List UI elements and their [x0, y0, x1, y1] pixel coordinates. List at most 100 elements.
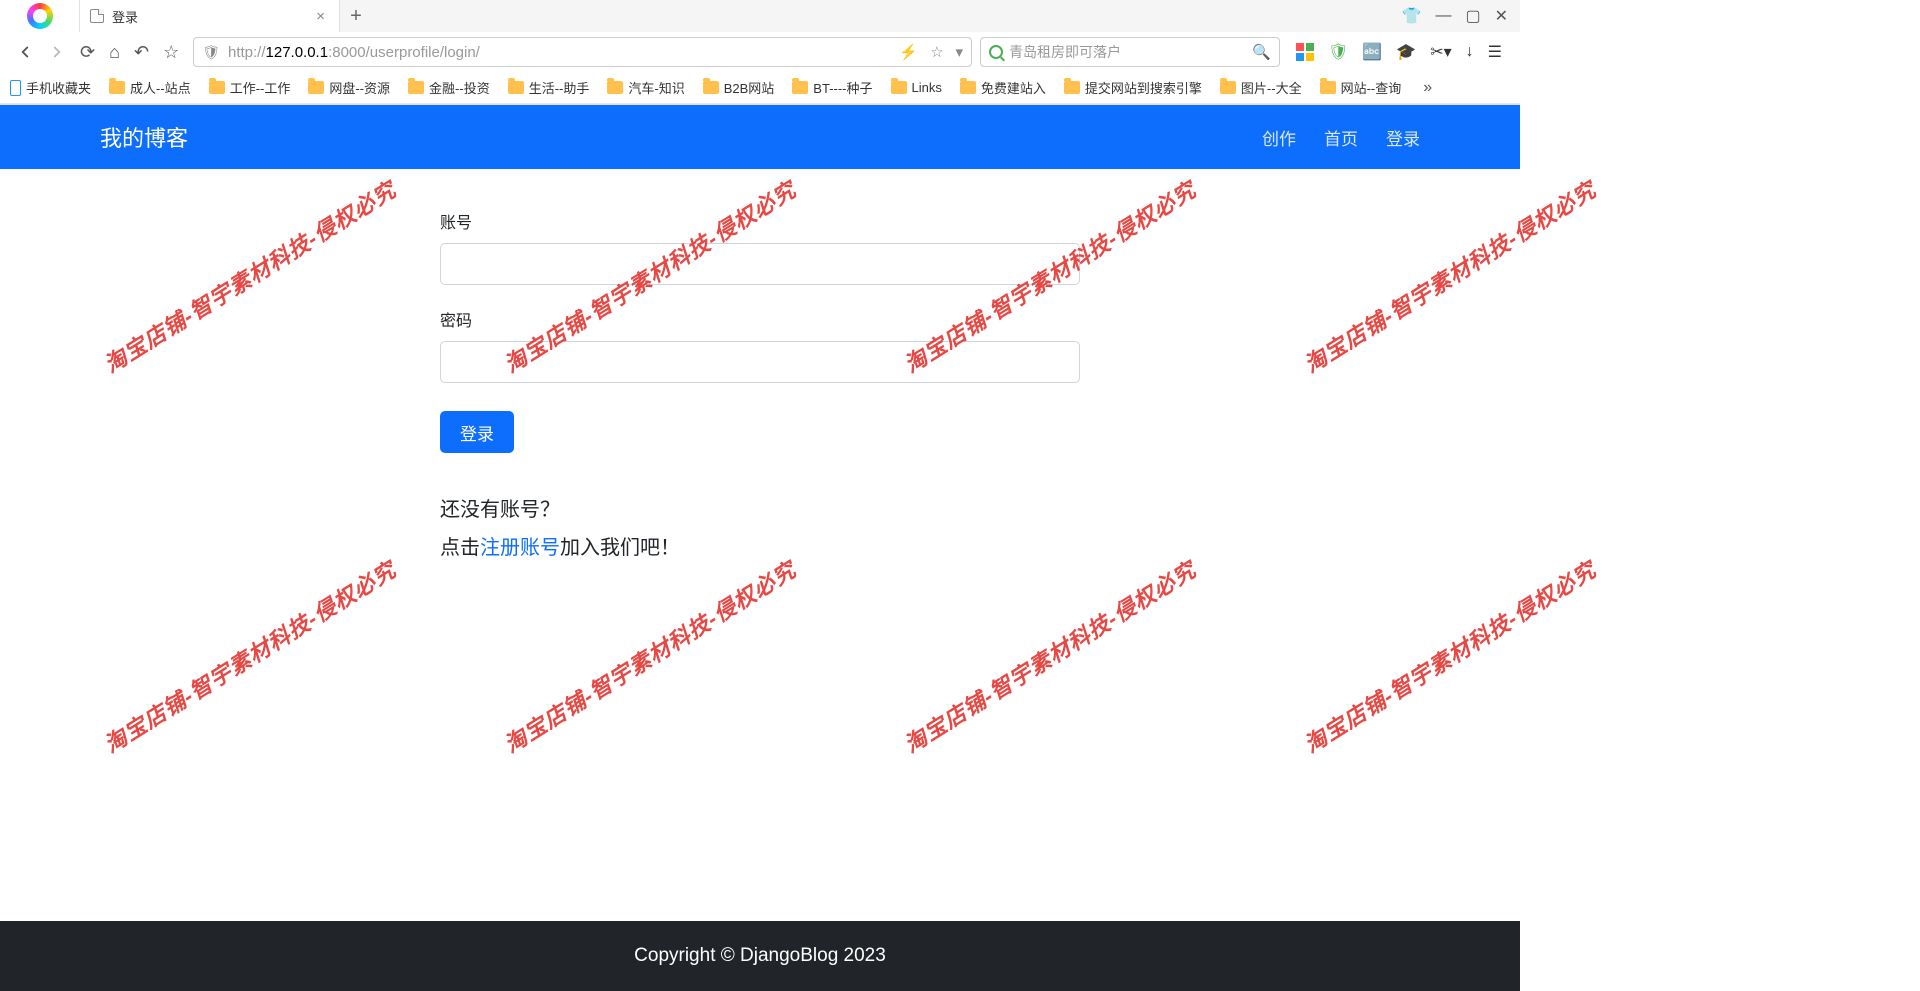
folder-icon	[109, 81, 125, 94]
watermark-text: 淘宝店铺-智宇素材科技-侵权必究	[1297, 553, 1601, 760]
bookmarks-bar: 手机收藏夹成人--站点 工作--工作 网盘--资源 金融--投资生活--助手汽车-知识…	[0, 72, 1520, 104]
window-controls: 👕 — ▢ ✕	[1390, 6, 1520, 26]
bookmark-label: Links	[912, 80, 942, 95]
register-link[interactable]: 注册账号	[480, 537, 560, 559]
site-brand[interactable]: 我的博客	[100, 121, 188, 153]
apps-icon[interactable]	[1296, 43, 1314, 61]
password-input[interactable]	[440, 341, 1080, 383]
bookmark-item[interactable]: BT----种子	[792, 78, 872, 97]
download-icon[interactable]: ↓	[1466, 43, 1474, 61]
graduation-icon[interactable]: 🎓	[1396, 42, 1416, 62]
username-label: 账号	[440, 209, 1080, 233]
reload-button[interactable]: ⟳	[80, 42, 95, 63]
bookmark-label: 工作--工作	[230, 78, 291, 97]
url-bar[interactable]: 🛡 http://127.0.0.1:8000/userprofile/logi…	[193, 37, 972, 67]
minimize-button[interactable]: —	[1435, 7, 1451, 25]
nav-create[interactable]: 创作	[1262, 125, 1296, 150]
folder-icon	[792, 81, 808, 94]
bookmark-label: 网站--查询	[1341, 78, 1402, 97]
site-footer: Copyright © DjangoBlog 2023	[0, 921, 1520, 991]
skin-icon[interactable]: 👕	[1402, 6, 1422, 26]
nav-login[interactable]: 登录	[1386, 125, 1420, 150]
file-icon	[90, 9, 104, 23]
shield-check-icon[interactable]: 🛡	[1328, 42, 1348, 62]
bookmark-label: 图片--大全	[1241, 78, 1302, 97]
bookmark-item[interactable]: 网盘--资源	[308, 78, 390, 97]
bookmark-item[interactable]: 手机收藏夹	[10, 78, 91, 97]
bookmark-label: B2B网站	[724, 78, 775, 97]
bookmarks-more-button[interactable]: »	[1419, 79, 1436, 97]
nav-home[interactable]: 首页	[1324, 125, 1358, 150]
folder-icon	[703, 81, 719, 94]
login-form: 账号 密码 登录 还没有账号？ 点击注册账号加入我们吧！	[440, 209, 1080, 567]
bookmark-item[interactable]: 提交网站到搜索引擎	[1064, 78, 1202, 97]
shield-icon: 🛡	[202, 44, 220, 61]
translate-icon[interactable]: 🔤	[1362, 42, 1382, 62]
tab-close-button[interactable]: ×	[312, 8, 329, 25]
tab-bar: 登录 × + 👕 — ▢ ✕	[0, 0, 1520, 32]
undo-button[interactable]: ↶	[134, 42, 149, 63]
star-bookmark-button[interactable]: ☆	[163, 42, 179, 63]
phone-icon	[10, 80, 21, 96]
search-placeholder: 青岛租房即可落户	[1009, 42, 1246, 62]
folder-icon	[1320, 81, 1336, 94]
bookmark-label: 网盘--资源	[329, 78, 390, 97]
browser-tab[interactable]: 登录 ×	[80, 0, 340, 32]
url-text: http://127.0.0.1:8000/userprofile/login/	[228, 44, 891, 61]
bookmark-label: 提交网站到搜索引擎	[1085, 78, 1202, 97]
bookmark-item[interactable]: 工作--工作	[209, 78, 291, 97]
folder-icon	[891, 81, 907, 94]
favorite-icon[interactable]: ☆	[930, 43, 943, 61]
bookmark-item[interactable]: 网站--查询	[1320, 78, 1402, 97]
folder-icon	[308, 81, 324, 94]
maximize-button[interactable]: ▢	[1465, 6, 1480, 26]
watermark-text: 淘宝店铺-智宇素材科技-侵权必究	[97, 553, 401, 760]
watermark-text: 淘宝店铺-智宇素材科技-侵权必究	[497, 553, 801, 760]
bookmark-label: 金融--投资	[429, 78, 490, 97]
back-button[interactable]	[16, 43, 34, 61]
browser-logo-icon	[27, 3, 53, 29]
browser-chrome: 登录 × + 👕 — ▢ ✕ ⟳ ⌂ ↶ ☆ 🛡 http:/	[0, 0, 1520, 105]
tab-title: 登录	[112, 7, 304, 26]
footer-text: Copyright © DjangoBlog 2023	[634, 945, 886, 967]
bookmark-item[interactable]: 图片--大全	[1220, 78, 1302, 97]
bookmark-item[interactable]: 免费建站入	[960, 78, 1046, 97]
folder-icon	[408, 81, 424, 94]
close-button[interactable]: ✕	[1495, 6, 1508, 26]
scissors-icon[interactable]: ✂▾	[1430, 42, 1451, 62]
browser-logo-area[interactable]	[0, 0, 80, 32]
bookmark-item[interactable]: 生活--助手	[508, 78, 590, 97]
watermark-text: 淘宝店铺-智宇素材科技-侵权必究	[897, 553, 1201, 760]
click-suffix: 加入我们吧！	[560, 537, 680, 559]
bookmark-item[interactable]: Links	[891, 80, 942, 95]
folder-icon	[607, 81, 623, 94]
folder-icon	[960, 81, 976, 94]
toolbar-right-icons: 🛡 🔤 🎓 ✂▾ ↓ ☰	[1288, 42, 1510, 62]
bookmark-item[interactable]: B2B网站	[703, 78, 775, 97]
login-button[interactable]: 登录	[440, 411, 514, 453]
bookmark-label: BT----种子	[813, 78, 872, 97]
bookmark-item[interactable]: 成人--站点	[109, 78, 191, 97]
home-button[interactable]: ⌂	[109, 42, 120, 63]
site-header: 我的博客 创作 首页 登录	[0, 105, 1520, 169]
password-label: 密码	[440, 307, 1080, 331]
menu-icon[interactable]: ☰	[1488, 42, 1502, 62]
flash-icon[interactable]: ⚡	[899, 43, 918, 61]
bookmark-item[interactable]: 金融--投资	[408, 78, 490, 97]
new-tab-button[interactable]: +	[340, 0, 372, 32]
search-engine-icon	[989, 45, 1003, 59]
search-icon[interactable]: 🔍	[1252, 43, 1271, 61]
folder-icon	[508, 81, 524, 94]
browser-toolbar: ⟳ ⌂ ↶ ☆ 🛡 http://127.0.0.1:8000/userprof…	[0, 32, 1520, 72]
username-input[interactable]	[440, 243, 1080, 285]
nav-buttons: ⟳ ⌂ ↶ ☆	[10, 42, 185, 63]
dropdown-icon[interactable]: ▾	[956, 43, 964, 61]
search-box[interactable]: 青岛租房即可落户 🔍	[980, 37, 1280, 67]
no-account-text: 还没有账号？	[440, 491, 1080, 529]
forward-button[interactable]	[48, 43, 66, 61]
bookmark-item[interactable]: 汽车-知识	[607, 78, 684, 97]
folder-icon	[1064, 81, 1080, 94]
folder-icon	[1220, 81, 1236, 94]
page-body: 我的博客 创作 首页 登录 账号 密码 登录 还没有账号？ 点击注册账号加入我们…	[0, 105, 1520, 567]
site-nav: 创作 首页 登录	[1262, 125, 1420, 150]
